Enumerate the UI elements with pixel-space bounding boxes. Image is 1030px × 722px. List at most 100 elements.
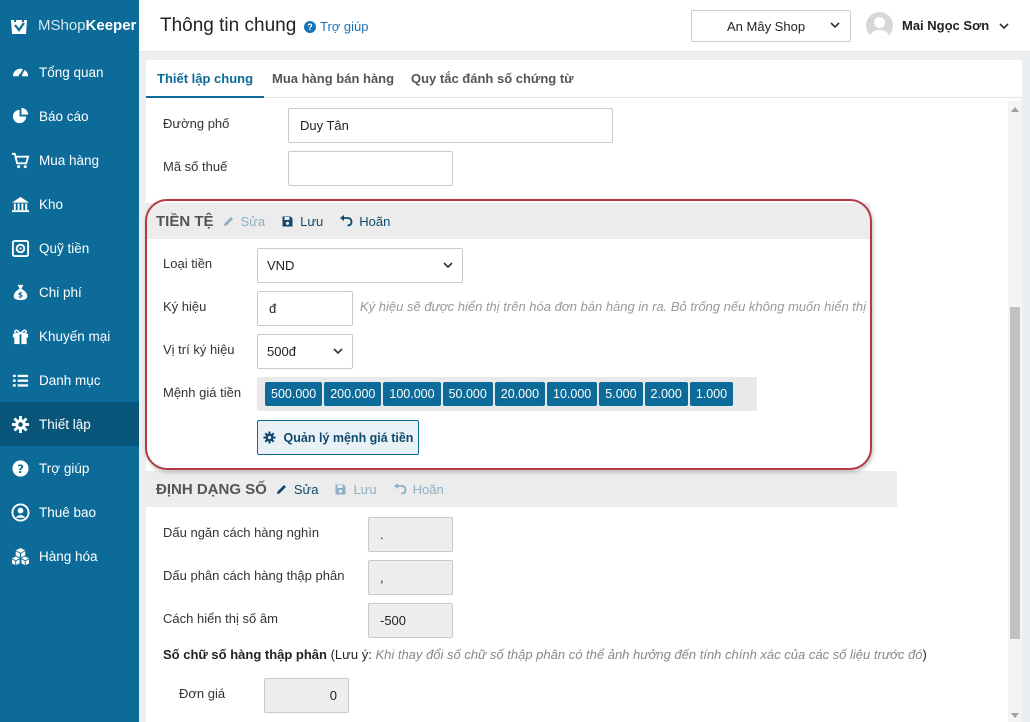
question-icon: ?: [10, 458, 30, 478]
street-input[interactable]: Duy Tân: [288, 108, 613, 143]
bag-logo-icon: [11, 14, 27, 34]
currency-save-button[interactable]: Lưu: [281, 214, 323, 229]
decimal-digits-note-text: Khi thay đổi số chữ số thập phân có thể …: [375, 647, 923, 662]
number-format-section-title: ĐỊNH DẠNG SỐ: [156, 480, 267, 498]
pencil-icon: [223, 216, 233, 226]
sidebar-item-label: Danh mục: [39, 372, 101, 388]
decimal-separator-input[interactable]: ,: [368, 560, 453, 595]
user-name: Mai Ngọc Sơn: [902, 18, 990, 33]
number-format-edit-label: Sửa: [293, 481, 319, 497]
currency-undo-button[interactable]: Hoãn: [339, 214, 390, 229]
svg-text:?: ?: [17, 461, 24, 475]
unit-price-decimals-input[interactable]: 0: [264, 678, 349, 713]
denomination-tag[interactable]: 20.000: [494, 382, 546, 406]
currency-type-select[interactable]: VND: [257, 248, 463, 283]
sidebar-item-label: Hàng hóa: [39, 548, 98, 564]
negative-format-label: Cách hiển thị số âm: [163, 611, 278, 626]
denominations-label: Mệnh giá tiền: [163, 385, 242, 400]
scroll-down-arrow[interactable]: [1011, 713, 1019, 718]
denomination-tag[interactable]: 10.000: [547, 382, 598, 406]
sidebar-item-10[interactable]: Thuê bao: [0, 490, 139, 534]
number-format-save-button[interactable]: Lưu: [334, 482, 377, 497]
chevron-down-icon: [830, 22, 840, 29]
shop-select[interactable]: An Mây Shop: [691, 10, 851, 42]
sidebar-item-8[interactable]: Thiết lập: [0, 402, 139, 446]
tab-bar: Thiết lập chung Mua hàng bán hàng Quy tắ…: [146, 60, 1022, 98]
currency-edit-label: Sửa: [240, 213, 266, 229]
sidebar-item-label: Mua hàng: [39, 152, 100, 168]
denomination-tag[interactable]: 200.000: [324, 382, 382, 406]
safe-icon: [10, 238, 30, 258]
floppy-disk-icon: [282, 216, 293, 226]
number-format-section-header: ĐỊNH DẠNG SỐ Sửa Lưu Hoãn: [146, 471, 897, 507]
sidebar: MShop Keeper Tổng quan Báo cáo Mua hàng Kho Q…: [0, 0, 139, 722]
vertical-scrollbar[interactable]: [1008, 101, 1022, 722]
chevron-down-icon: [443, 262, 453, 269]
help-link-label: Trợ giúp: [320, 19, 369, 34]
help-link[interactable]: ? Trợ giúp: [304, 19, 369, 34]
floppy-disk-icon: [335, 484, 346, 494]
denomination-tag[interactable]: 100.000: [383, 382, 441, 406]
decimal-digits-note-close: ): [922, 647, 927, 662]
sidebar-item-label: Báo cáo: [39, 108, 89, 124]
sidebar-item-6[interactable]: Khuyến mại: [0, 314, 139, 358]
thousands-separator-input[interactable]: .: [368, 517, 453, 552]
currency-save-label: Lưu: [300, 213, 324, 229]
symbol-position-label: Vị trí ký hiệu: [163, 342, 235, 357]
decimal-digits-note: Số chữ số hàng thập phân (Lưu ý: Khi tha…: [163, 647, 927, 662]
top-header: Thông tin chung ? Trợ giúp An Mây Shop M…: [139, 0, 1030, 52]
number-format-undo-label: Hoãn: [412, 481, 444, 497]
sidebar-item-9[interactable]: ? Trợ giúp: [0, 446, 139, 490]
negative-format-input[interactable]: -500: [368, 603, 453, 638]
scroll-thumb[interactable]: [1010, 307, 1020, 639]
sidebar-item-5[interactable]: $ Chi phí: [0, 270, 139, 314]
user-menu[interactable]: Mai Ngọc Sơn: [866, 12, 1009, 39]
shop-select-value: An Mây Shop: [727, 18, 806, 34]
currency-edit-button[interactable]: Sửa: [222, 213, 266, 229]
symbol-position-value: 500đ: [267, 344, 296, 359]
denomination-tag[interactable]: 5.000: [599, 382, 643, 406]
street-label: Đường phố: [163, 116, 230, 131]
sidebar-item-7[interactable]: Danh mục: [0, 358, 139, 402]
tab-purchase-sales[interactable]: Mua hàng bán hàng: [272, 60, 394, 98]
decimal-separator-label: Dấu phân cách hàng thập phân: [163, 568, 345, 583]
sidebar-item-0[interactable]: Tổng quan: [0, 50, 139, 94]
denomination-tag[interactable]: 50.000: [442, 382, 493, 406]
currency-symbol-input[interactable]: đ: [257, 291, 353, 326]
sidebar-item-4[interactable]: Quỹ tiền: [0, 226, 139, 270]
tax-code-label: Mã số thuế: [163, 159, 228, 174]
list-icon: [10, 370, 30, 390]
sidebar-item-1[interactable]: Báo cáo: [0, 94, 139, 138]
denomination-tag[interactable]: 1.000: [689, 382, 734, 406]
gear-icon: [10, 414, 30, 434]
undo-icon: [393, 483, 407, 495]
pie-chart-icon: [10, 106, 30, 126]
tax-code-input[interactable]: [288, 151, 453, 186]
denomination-tag[interactable]: 2.000: [644, 382, 688, 406]
symbol-position-select[interactable]: 500đ: [257, 334, 353, 369]
money-bag-icon: $: [10, 282, 30, 302]
decimal-digits-note-open: (Lưu ý:: [326, 647, 376, 662]
app-logo[interactable]: MShop Keeper: [0, 0, 139, 50]
denominations-list: 500.000 200.000 100.000 50.000 20.000 10…: [257, 377, 757, 411]
avatar: [866, 12, 893, 39]
tab-general-settings[interactable]: Thiết lập chung: [146, 60, 265, 98]
sidebar-item-label: Trợ giúp: [39, 460, 90, 476]
tab-document-numbering[interactable]: Quy tắc đánh số chứng từ: [411, 60, 574, 98]
settings-panel: Thiết lập chung Mua hàng bán hàng Quy tắ…: [146, 60, 1022, 722]
manage-denominations-button[interactable]: Quản lý mệnh giá tiền: [257, 420, 419, 455]
sidebar-item-2[interactable]: Mua hàng: [0, 138, 139, 182]
sidebar-item-3[interactable]: Kho: [0, 182, 139, 226]
chevron-down-icon: [999, 22, 1009, 29]
warehouse-icon: [10, 194, 30, 214]
help-icon: ?: [304, 20, 316, 33]
sidebar-item-11[interactable]: Hàng hóa: [0, 534, 139, 578]
currency-undo-label: Hoãn: [359, 213, 391, 229]
number-format-edit-button[interactable]: Sửa: [275, 481, 319, 497]
logo-text-bold: Keeper: [85, 16, 137, 34]
denomination-tag[interactable]: 500.000: [265, 382, 323, 406]
logo-text-light: MShop: [38, 16, 86, 34]
gift-icon: [10, 326, 30, 346]
scroll-up-arrow[interactable]: [1011, 107, 1019, 112]
number-format-undo-button[interactable]: Hoãn: [393, 482, 444, 497]
